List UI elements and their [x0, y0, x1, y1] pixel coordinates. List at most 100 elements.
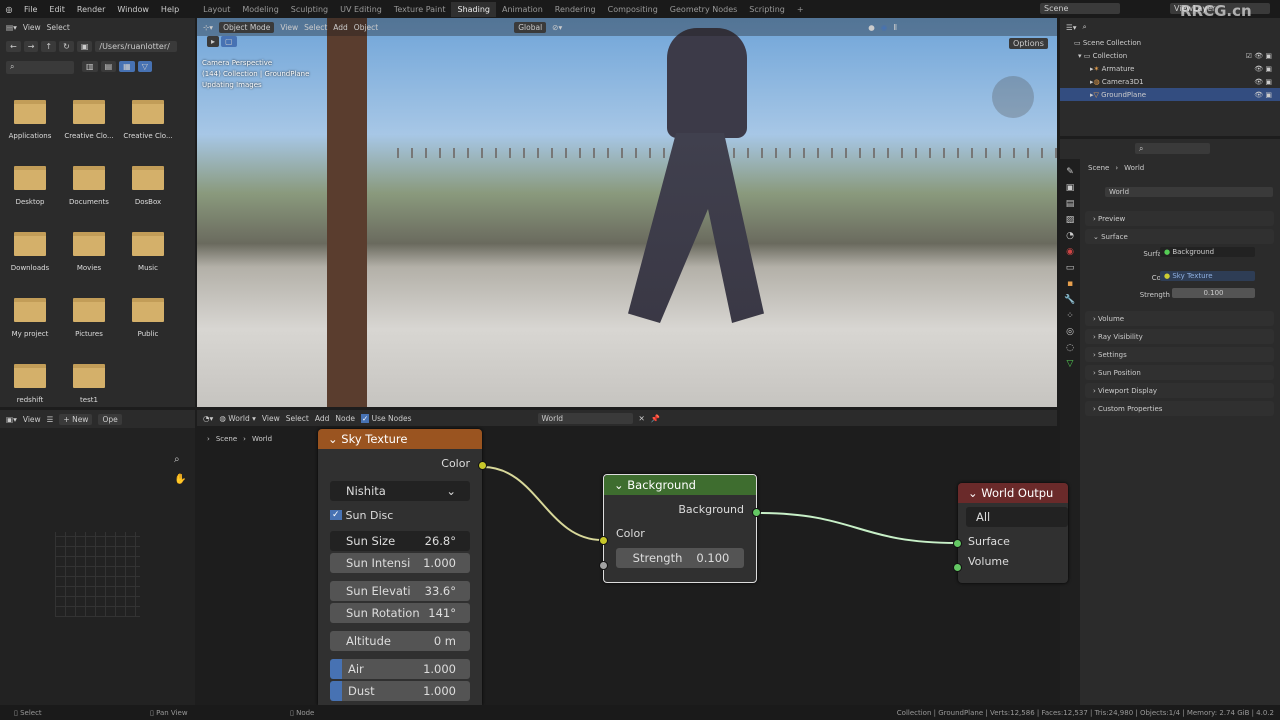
- strength-field[interactable]: 0.100: [1172, 288, 1255, 298]
- tab-modeling[interactable]: Modeling: [236, 5, 284, 14]
- 3d-viewport[interactable]: ⊹▾ Object Mode View Select Add Object Gl…: [197, 18, 1057, 407]
- section-settings[interactable]: › Settings: [1085, 347, 1274, 362]
- refresh-icon[interactable]: ↻: [59, 41, 74, 52]
- menu-icon[interactable]: ☰: [47, 415, 54, 424]
- target-dropdown[interactable]: All: [966, 507, 1068, 527]
- surface-socket[interactable]: [953, 539, 962, 548]
- section-viewport-display[interactable]: › Viewport Display: [1085, 383, 1274, 398]
- options-button[interactable]: Options: [1009, 38, 1048, 49]
- node-header[interactable]: ⌄ Sky Texture: [318, 429, 482, 449]
- menu-add[interactable]: Add: [333, 23, 348, 32]
- path-field[interactable]: /Users/ruanlotter/: [95, 41, 178, 52]
- menu-help[interactable]: Help: [155, 5, 185, 14]
- menu-view[interactable]: View: [280, 23, 298, 32]
- field-sun-rotation[interactable]: Sun Rotation 141°: [330, 603, 470, 623]
- display-mode-icon[interactable]: ☰▾: [1066, 23, 1077, 32]
- pause-icon[interactable]: Ⅱ: [893, 23, 897, 32]
- tab-scripting[interactable]: Scripting: [743, 5, 791, 14]
- tab-texture-paint[interactable]: Texture Paint: [388, 5, 452, 14]
- forward-icon[interactable]: →: [23, 41, 39, 52]
- section-ray-visibility[interactable]: › Ray Visibility: [1085, 329, 1274, 344]
- tab-layout[interactable]: Layout: [197, 5, 236, 14]
- outliner-armature[interactable]: ▸ ✶ Armature 👁 ▣: [1060, 62, 1280, 75]
- node-world-output[interactable]: ⌄ World Outpu All Surface Volume: [953, 483, 1068, 583]
- menu-view[interactable]: View: [23, 23, 41, 32]
- thumbnails-icon[interactable]: ▦: [119, 61, 135, 72]
- visibility-icon[interactable]: 👁 ▣: [1254, 78, 1280, 86]
- visibility-icon[interactable]: ☑ 👁 ▣: [1246, 52, 1280, 60]
- field-air[interactable]: Air 1.000: [330, 659, 470, 679]
- snap-icon[interactable]: ⊘▾: [552, 23, 562, 32]
- navigation-gizmo[interactable]: [992, 76, 1034, 118]
- mode-selector[interactable]: Object Mode: [219, 21, 275, 33]
- node-editor[interactable]: ◔▾ ◍ World ▾ View Select Add Node ✓ Use …: [197, 410, 1068, 705]
- visibility-icon[interactable]: 👁 ▣: [1254, 65, 1280, 73]
- folder-item[interactable]: Applications: [1, 100, 59, 140]
- properties-search[interactable]: ⌕: [1135, 143, 1210, 154]
- world-datablock[interactable]: World: [1105, 187, 1273, 197]
- node-sky-texture[interactable]: ⌄ Sky Texture Color Nishita ⌄ ✓ Sun Disc S…: [318, 429, 487, 705]
- new-folder-icon[interactable]: ▣: [76, 41, 93, 52]
- section-custom-properties[interactable]: › Custom Properties: [1085, 401, 1274, 416]
- folder-item[interactable]: Creative Clo...: [119, 100, 177, 140]
- field-dust[interactable]: Dust 1.000: [330, 681, 470, 701]
- tab-geometry-nodes[interactable]: Geometry Nodes: [664, 5, 743, 14]
- background-socket[interactable]: [752, 508, 761, 517]
- folder-item[interactable]: Documents: [60, 166, 118, 206]
- node-background[interactable]: ⌄ Background Background Color Strength 0.…: [599, 474, 761, 583]
- scene-selector[interactable]: Scene: [1040, 3, 1120, 14]
- folder-item[interactable]: Music: [119, 232, 177, 272]
- zoom-icon[interactable]: ⌕: [174, 454, 180, 465]
- color-socket[interactable]: [478, 461, 487, 470]
- folder-item[interactable]: redshift: [1, 364, 59, 404]
- color-field[interactable]: ● Sky Texture: [1160, 271, 1255, 281]
- folder-item[interactable]: Movies: [60, 232, 118, 272]
- filter-icon[interactable]: ▽: [137, 61, 152, 72]
- render-tab-icon[interactable]: ▣: [1066, 183, 1075, 193]
- menu-render[interactable]: Render: [71, 5, 111, 14]
- menu-object[interactable]: Object: [354, 23, 378, 32]
- section-preview[interactable]: › Preview: [1085, 211, 1274, 226]
- folder-item[interactable]: Downloads: [1, 232, 59, 272]
- outliner-scene-collection[interactable]: ▭ Scene Collection: [1060, 36, 1280, 49]
- node-header[interactable]: ⌄ World Outpu: [958, 483, 1068, 503]
- blender-logo-icon[interactable]: ◎: [0, 5, 18, 14]
- strength-field[interactable]: Strength 0.100: [616, 548, 744, 568]
- select-tool-icon[interactable]: ▸: [207, 36, 220, 47]
- tab-sculpting[interactable]: Sculpting: [285, 5, 334, 14]
- outliner-camera[interactable]: ▸ ◍ Camera3D1 👁 ▣: [1060, 75, 1280, 88]
- visibility-icon[interactable]: 👁 ▣: [1254, 91, 1280, 99]
- field-sun-elevati[interactable]: Sun Elevati 33.6°: [330, 581, 470, 601]
- tab-rendering[interactable]: Rendering: [549, 5, 602, 14]
- filter-icon[interactable]: ⌕: [1083, 22, 1087, 32]
- sun-disc-checkbox[interactable]: ✓ Sun Disc: [318, 501, 482, 529]
- section-surface[interactable]: ⌄ Surface: [1085, 229, 1274, 244]
- outliner-collection[interactable]: ▾ ▭ Collection ☑ 👁 ▣: [1060, 49, 1280, 62]
- horizontal-list-icon[interactable]: ▤: [100, 61, 117, 72]
- tool-tab-icon[interactable]: ✎: [1066, 167, 1074, 177]
- open-image-button[interactable]: Ope: [98, 413, 122, 425]
- field-altitude[interactable]: Altitude 0 m: [330, 631, 470, 651]
- color-input-socket[interactable]: [599, 536, 608, 545]
- parent-dir-icon[interactable]: ↑: [41, 41, 57, 52]
- pan-hand-icon[interactable]: ✋: [174, 474, 186, 485]
- tab-uv-editing[interactable]: UV Editing: [334, 5, 388, 14]
- shading-solid-icon[interactable]: ●: [868, 23, 875, 32]
- sky-type-dropdown[interactable]: Nishita ⌄: [330, 481, 470, 501]
- new-image-button[interactable]: + New: [59, 413, 93, 425]
- menu-file[interactable]: File: [18, 5, 43, 14]
- vertical-list-icon[interactable]: ▥: [82, 61, 98, 72]
- outliner-groundplane[interactable]: ▸ ▽ GroundPlane 👁 ▣: [1060, 88, 1280, 101]
- section-volume[interactable]: › Volume: [1085, 311, 1274, 326]
- tab-animation[interactable]: Animation: [496, 5, 549, 14]
- surface-field[interactable]: ● Background: [1160, 247, 1255, 257]
- back-icon[interactable]: ←: [6, 41, 21, 52]
- folder-item[interactable]: My project: [1, 298, 59, 338]
- menu-edit[interactable]: Edit: [43, 5, 71, 14]
- menu-select[interactable]: Select: [47, 23, 70, 32]
- strength-socket[interactable]: [599, 561, 608, 570]
- editor-type-icon[interactable]: ▣▾: [6, 415, 17, 424]
- shading-rendered-icon[interactable]: ◉: [881, 23, 888, 32]
- tab-compositing[interactable]: Compositing: [602, 5, 664, 14]
- node-header[interactable]: ⌄ Background: [604, 475, 756, 495]
